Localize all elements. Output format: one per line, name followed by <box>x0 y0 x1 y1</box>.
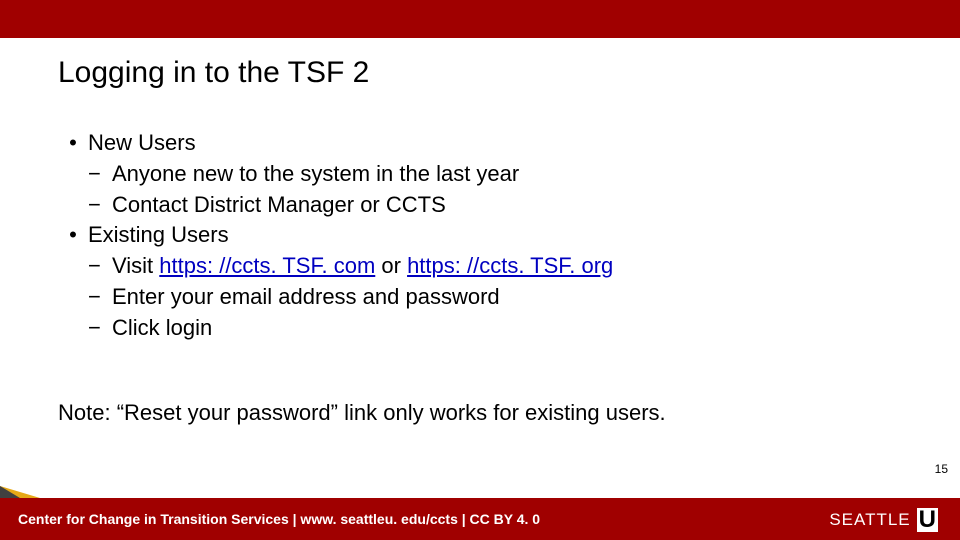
bullet-text: Contact District Manager or CCTS <box>112 190 898 221</box>
bullet-dash-icon: − <box>88 190 112 221</box>
bullet-level2: − Visit https: //ccts. TSF. com or https… <box>88 251 898 282</box>
bullet-dash-icon: − <box>88 251 112 282</box>
text-mid: or <box>375 253 407 278</box>
seattleu-logo: SEATTLE U <box>829 508 938 532</box>
bullet-level2: − Contact District Manager or CCTS <box>88 190 898 221</box>
page-number: 15 <box>935 462 948 476</box>
bullet-level2: − Anyone new to the system in the last y… <box>88 159 898 190</box>
note-text: Note: “Reset your password” link only wo… <box>58 400 918 426</box>
bullet-dot-icon: • <box>58 220 88 251</box>
bullet-dot-icon: • <box>58 128 88 159</box>
bullet-text: Anyone new to the system in the last yea… <box>112 159 898 190</box>
bullet-text: Enter your email address and password <box>112 282 898 313</box>
footer-bar: Center for Change in Transition Services… <box>0 498 960 540</box>
bullet-text: New Users <box>88 128 898 159</box>
bullet-level1: • Existing Users <box>58 220 898 251</box>
link-ccts-org[interactable]: https: //ccts. TSF. org <box>407 253 613 278</box>
bullet-level2: − Enter your email address and password <box>88 282 898 313</box>
content-block: • New Users − Anyone new to the system i… <box>58 128 898 344</box>
bullet-level1: • New Users <box>58 128 898 159</box>
bullet-text: Existing Users <box>88 220 898 251</box>
bullet-text: Visit https: //ccts. TSF. com or https: … <box>112 251 898 282</box>
text-prefix: Visit <box>112 253 159 278</box>
bullet-dash-icon: − <box>88 282 112 313</box>
bullet-level2: − Click login <box>88 313 898 344</box>
bullet-dash-icon: − <box>88 159 112 190</box>
logo-name: SEATTLE <box>829 510 910 530</box>
bullet-dash-icon: − <box>88 313 112 344</box>
footer-text: Center for Change in Transition Services… <box>18 511 540 527</box>
bullet-text: Click login <box>112 313 898 344</box>
top-accent-bar <box>0 0 960 38</box>
slide-title: Logging in to the TSF 2 <box>58 56 369 90</box>
logo-u: U <box>917 508 938 532</box>
slide: Logging in to the TSF 2 • New Users − An… <box>0 0 960 540</box>
link-ccts-com[interactable]: https: //ccts. TSF. com <box>159 253 375 278</box>
corner-triangle-dark-icon <box>0 486 20 498</box>
